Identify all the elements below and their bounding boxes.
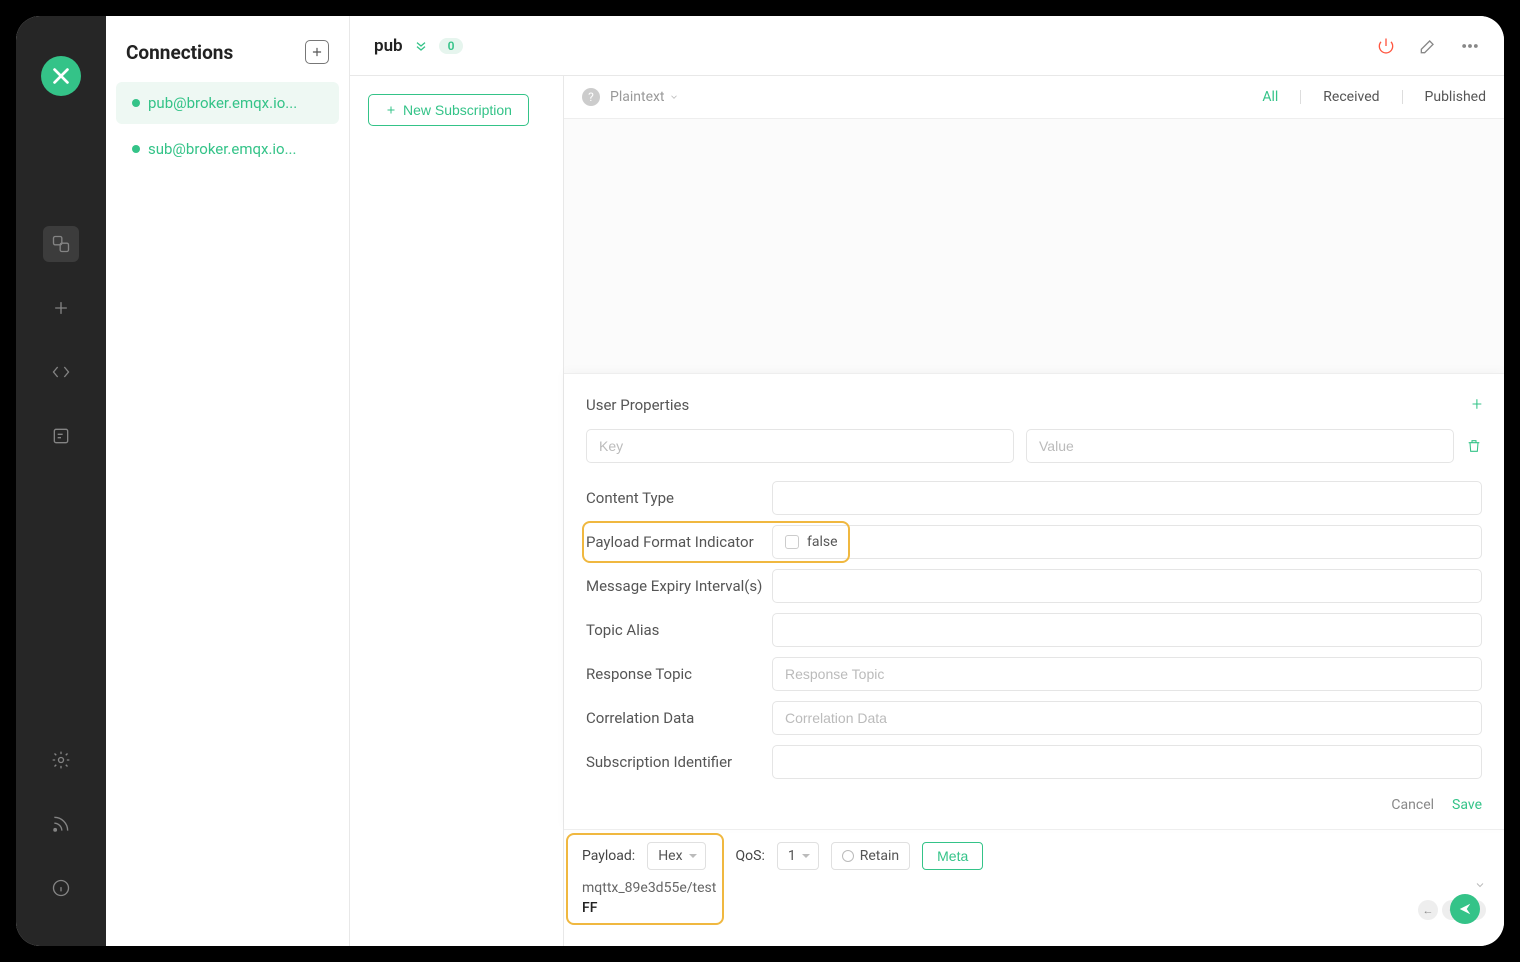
connection-name: sub@broker.emqx.io... [148, 140, 296, 158]
payload-format-select[interactable]: Plaintext [610, 89, 679, 105]
new-subscription-button[interactable]: New Subscription [368, 94, 529, 126]
more-icon[interactable] [1460, 36, 1480, 56]
topic-alias-input[interactable] [772, 613, 1482, 647]
help-icon[interactable]: ? [582, 88, 600, 106]
meta-save-button[interactable]: Save [1452, 797, 1482, 813]
rail-script-icon[interactable] [43, 354, 79, 390]
new-subscription-label: New Subscription [403, 102, 512, 118]
payload-input[interactable]: FF [582, 900, 1486, 916]
rail-log-icon[interactable] [43, 418, 79, 454]
topic-input[interactable]: mqttx_89e3d55e/test [582, 880, 1486, 896]
rail-new-icon[interactable] [43, 290, 79, 326]
qos-label: QoS: [736, 848, 765, 864]
mei-input[interactable] [772, 569, 1482, 603]
pfi-value: false [807, 534, 838, 550]
connections-title: Connections [126, 41, 233, 64]
history-prev-button[interactable]: ← [1418, 900, 1438, 920]
app-rail [16, 16, 106, 946]
publish-bar: Payload: Hex QoS: 1 Retain Meta mqttx_89… [564, 829, 1504, 946]
subscriptions-panel: New Subscription [350, 76, 564, 946]
filter-received[interactable]: Received [1323, 89, 1379, 105]
connections-panel: Connections pub@broker.emqx.io... sub@br… [106, 16, 350, 946]
status-dot-icon [132, 145, 140, 153]
meta-properties-panel: User Properties + Content Type [564, 373, 1504, 829]
content-type-label: Content Type [586, 489, 772, 507]
payload-format-dropdown[interactable]: Hex [647, 842, 705, 870]
correlation-data-label: Correlation Data [586, 709, 772, 727]
property-value-input[interactable] [1026, 429, 1454, 463]
pfi-label: Payload Format Indicator [586, 533, 772, 551]
qos-dropdown[interactable]: 1 [777, 842, 819, 870]
retain-radio-icon [842, 850, 854, 862]
sub-id-input[interactable] [772, 745, 1482, 779]
filter-all[interactable]: All [1262, 89, 1278, 105]
rail-info-icon[interactable] [43, 870, 79, 906]
messages-panel: ? Plaintext All Received Published [564, 76, 1504, 946]
main-panel: pub 0 N [350, 16, 1504, 946]
retain-label: Retain [860, 848, 899, 864]
status-dot-icon [132, 99, 140, 107]
collapse-icon[interactable] [1474, 876, 1486, 895]
retain-toggle[interactable]: Retain [831, 842, 910, 870]
rail-settings-icon[interactable] [43, 742, 79, 778]
disconnect-icon[interactable] [1376, 36, 1396, 56]
correlation-data-input[interactable] [772, 701, 1482, 735]
rail-feed-icon[interactable] [43, 806, 79, 842]
connection-title: pub [374, 36, 403, 56]
messages-area [564, 119, 1504, 373]
add-property-button[interactable]: + [1472, 394, 1482, 415]
filter-published[interactable]: Published [1425, 89, 1486, 105]
property-key-input[interactable] [586, 429, 1014, 463]
content-type-input[interactable] [772, 481, 1482, 515]
response-topic-label: Response Topic [586, 665, 772, 683]
rail-connections-icon[interactable] [43, 226, 79, 262]
meta-button[interactable]: Meta [922, 842, 983, 870]
expand-down-icon[interactable] [413, 38, 429, 54]
connection-item[interactable]: sub@broker.emqx.io... [116, 128, 339, 170]
edit-icon[interactable] [1418, 36, 1438, 56]
meta-cancel-button[interactable]: Cancel [1391, 797, 1434, 813]
connection-item[interactable]: pub@broker.emqx.io... [116, 82, 339, 124]
payload-label: Payload: [582, 848, 635, 864]
message-count-badge: 0 [439, 38, 464, 54]
pfi-checkbox[interactable] [785, 535, 799, 549]
response-topic-input[interactable] [772, 657, 1482, 691]
add-connection-button[interactable] [305, 40, 329, 64]
delete-property-icon[interactable] [1466, 438, 1482, 454]
sub-id-label: Subscription Identifier [586, 753, 772, 771]
mei-label: Message Expiry Interval(s) [586, 577, 772, 595]
user-properties-title: User Properties [586, 396, 689, 414]
app-logo [41, 56, 81, 96]
topic-alias-label: Topic Alias [586, 621, 772, 639]
connection-name: pub@broker.emqx.io... [148, 94, 297, 112]
payload-format-label: Plaintext [610, 89, 665, 105]
send-button[interactable] [1450, 894, 1480, 924]
